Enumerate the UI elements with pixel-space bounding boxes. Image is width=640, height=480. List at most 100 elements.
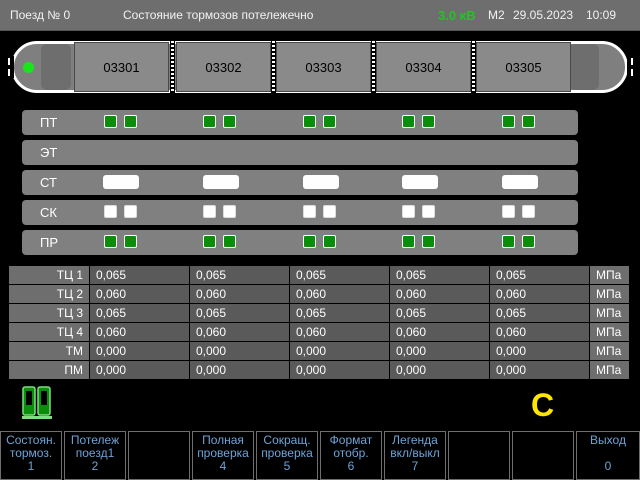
sk-indicator-icon	[402, 205, 415, 218]
pr-indicator-icon	[323, 235, 336, 248]
pressure-value: 0,000	[89, 360, 190, 380]
fkey-number: 5	[283, 459, 291, 473]
status-header: Поезд № 0 Состояние тормозов потележечно…	[0, 0, 640, 31]
row-sk: СК	[22, 200, 578, 225]
pressure-value: 0,065	[189, 303, 290, 323]
pressure-value: 0,060	[489, 284, 590, 304]
fkey-empty-button[interactable]	[512, 431, 574, 480]
fkey-empty-button[interactable]	[128, 431, 190, 480]
pt-indicator-icon	[402, 115, 415, 128]
pr-indicator-icon	[203, 235, 216, 248]
right-coupler-icon	[627, 56, 637, 78]
pressure-value: 0,000	[89, 341, 190, 361]
pt-indicator-icon	[502, 115, 515, 128]
pt-indicator-icon	[522, 115, 535, 128]
pt-indicator-icon	[223, 115, 236, 128]
pr-indicator-icon	[402, 235, 415, 248]
pressure-value: 0,060	[489, 322, 590, 342]
mode-letter-indicator: C	[531, 387, 555, 423]
st-indicator-icon	[402, 175, 438, 189]
fkey-number: 4	[219, 459, 227, 473]
fkey-short-test-button[interactable]: Сокращ. проверка 5	[256, 431, 318, 480]
car-03304[interactable]: 03304	[376, 42, 471, 92]
sk-indicator-icon	[522, 205, 535, 218]
pt-indicator-icon	[124, 115, 137, 128]
pressure-value: 0,000	[489, 360, 590, 380]
pressure-value: 0,065	[389, 265, 490, 285]
row-label: ПМ	[8, 360, 90, 380]
pressure-value: 0,000	[389, 360, 490, 380]
fkey-display-format-button[interactable]: Формат отобр. 6	[320, 431, 382, 480]
sk-indicator-icon	[104, 205, 117, 218]
fkey-number: 2	[91, 459, 99, 473]
unit-label: МПа	[589, 360, 630, 380]
row-label: ТЦ 4	[8, 322, 90, 342]
screen-title: Состояние тормозов потележечно	[123, 8, 314, 22]
row-et-label: ЭТ	[40, 145, 58, 160]
pt-indicator-icon	[323, 115, 336, 128]
car-03301[interactable]: 03301	[74, 42, 169, 92]
pt-indicator-icon	[203, 115, 216, 128]
st-indicator-icon	[203, 175, 239, 189]
time-display: 10:09	[586, 8, 617, 22]
pressure-value: 0,060	[189, 284, 290, 304]
pressure-value: 0,060	[189, 322, 290, 342]
table-row: ТЦ 2 0,060 0,060 0,060 0,060 0,060 МПа	[8, 284, 630, 304]
voltage-readout: 3.0 кВ	[438, 8, 476, 23]
car-03303[interactable]: 03303	[276, 42, 371, 92]
unit-label: МПа	[589, 265, 630, 285]
pressure-value: 0,000	[189, 341, 290, 361]
fkey-number: 7	[411, 459, 419, 473]
pt-indicator-icon	[303, 115, 316, 128]
pressure-value: 0,065	[89, 303, 190, 323]
pt-indicator-icon	[422, 115, 435, 128]
row-st-label: СТ	[40, 175, 57, 190]
pressure-value: 0,000	[289, 341, 390, 361]
unit-label: МПа	[589, 303, 630, 323]
pressure-value: 0,000	[189, 360, 290, 380]
table-row: ТЦ 3 0,065 0,065 0,065 0,065 0,065 МПа	[8, 303, 630, 323]
unit-label: МПа	[589, 322, 630, 342]
doors-status-icon	[22, 386, 52, 419]
unit-label: МПа	[589, 341, 630, 361]
mode-indicator: М2	[488, 8, 505, 22]
row-pt: ПТ	[22, 110, 578, 135]
sk-indicator-icon	[502, 205, 515, 218]
pressure-value: 0,060	[89, 322, 190, 342]
car-03305[interactable]: 03305	[476, 42, 571, 92]
pressure-value: 0,065	[489, 265, 590, 285]
fkey-legend-toggle-button[interactable]: Легенда вкл/выкл 7	[384, 431, 446, 480]
table-row: ТЦ 1 0,065 0,065 0,065 0,065 0,065 МПа	[8, 265, 630, 285]
fkey-exit-button[interactable]: Выход 0	[576, 431, 640, 480]
sk-indicator-icon	[323, 205, 336, 218]
pr-indicator-icon	[522, 235, 535, 248]
fkey-per-bogie-button[interactable]: Потележ поезд1 2	[64, 431, 126, 480]
row-label: ТЦ 2	[8, 284, 90, 304]
table-row: ТЦ 4 0,060 0,060 0,060 0,060 0,060 МПа	[8, 322, 630, 342]
pressure-value: 0,000	[489, 341, 590, 361]
row-label: ТМ	[8, 341, 90, 361]
row-st: СТ	[22, 170, 578, 195]
left-coupler-icon	[4, 56, 14, 78]
row-pt-label: ПТ	[40, 115, 58, 130]
right-cab	[569, 44, 599, 90]
pressure-value: 0,065	[489, 303, 590, 323]
pr-indicator-icon	[303, 235, 316, 248]
row-label: ТЦ 3	[8, 303, 90, 323]
pressure-value: 0,065	[189, 265, 290, 285]
pressure-value: 0,060	[289, 284, 390, 304]
fkey-full-test-button[interactable]: Полная проверка 4	[192, 431, 254, 480]
pressure-value: 0,065	[89, 265, 190, 285]
st-indicator-icon	[502, 175, 538, 189]
pr-indicator-icon	[104, 235, 117, 248]
fkey-empty-button[interactable]	[448, 431, 510, 480]
fkey-label: Выход	[590, 433, 626, 447]
table-row: ПМ 0,000 0,000 0,000 0,000 0,000 МПа	[8, 360, 630, 380]
row-label: ТЦ 1	[8, 265, 90, 285]
car-03302[interactable]: 03302	[176, 42, 271, 92]
fkey-number: 0	[604, 459, 612, 473]
fkey-brake-state-button[interactable]: Состоян. тормоз. 1	[0, 431, 62, 480]
sk-indicator-icon	[203, 205, 216, 218]
sk-indicator-icon	[223, 205, 236, 218]
unit-label: МПа	[589, 284, 630, 304]
